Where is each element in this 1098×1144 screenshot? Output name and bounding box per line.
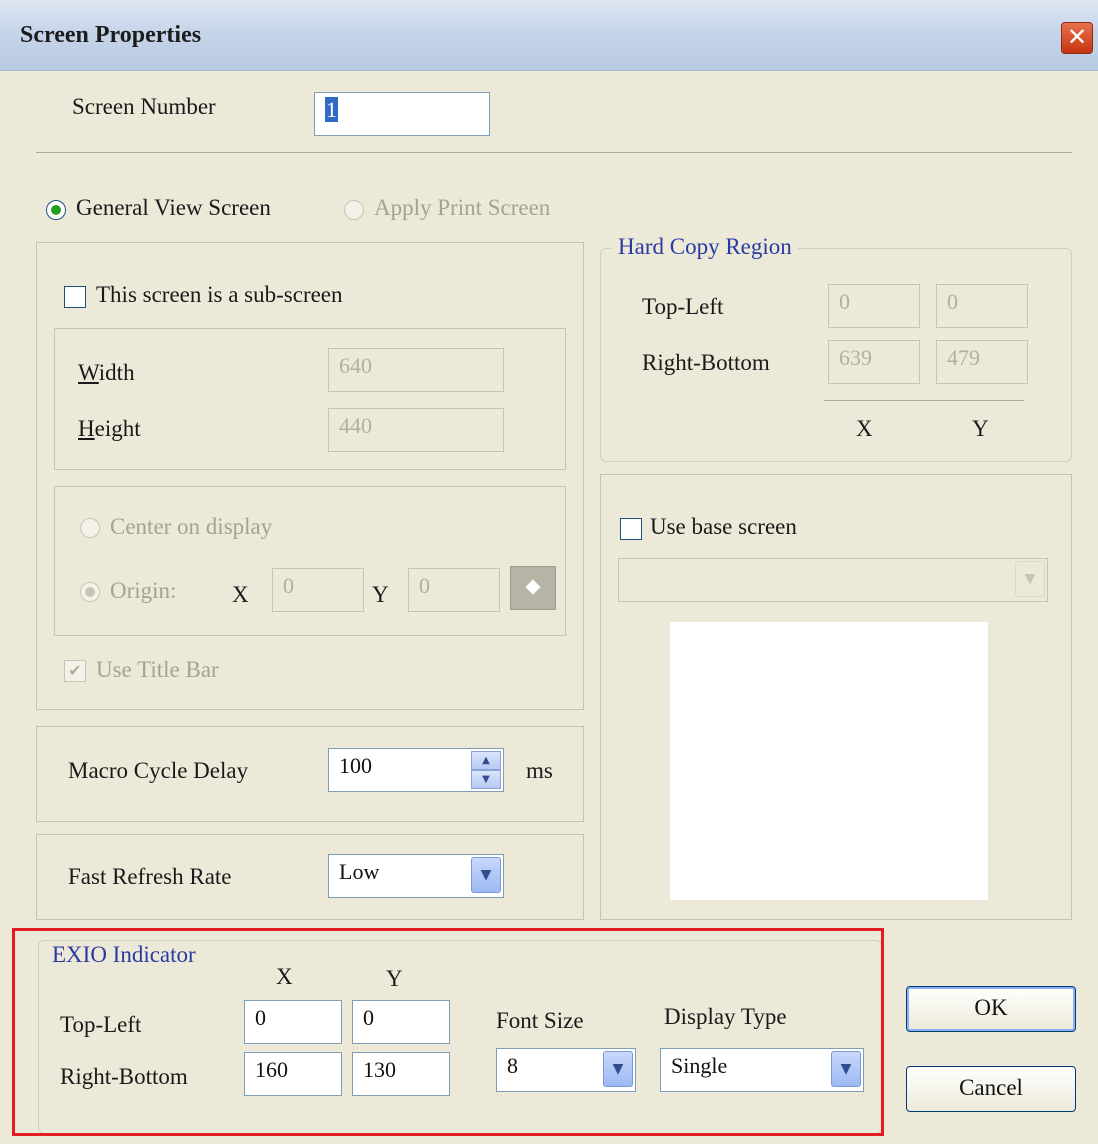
hard-copy-top-left-y[interactable]: 0 [936,284,1028,328]
check-icon: ✔ [68,661,82,680]
apply-print-radio[interactable] [344,200,364,220]
screen-properties-dialog: Screen Properties ✕ Screen Number 1 Gene… [0,0,1098,1144]
title-bar[interactable]: Screen Properties ✕ [0,0,1098,71]
screen-number-input[interactable]: 1 [314,92,490,136]
hard-copy-right-bottom-label: Right-Bottom [642,350,770,375]
close-icon: ✕ [1066,23,1088,51]
spin-down-icon[interactable]: ▼ [471,770,501,789]
origin-x-input[interactable]: 0 [272,568,364,612]
origin-x-label: X [232,582,249,607]
macro-delay-unit: ms [526,758,553,783]
spin-up-icon[interactable]: ▲ [471,751,501,770]
macro-delay-label: Macro Cycle Delay [68,758,249,783]
hard-copy-legend: Hard Copy Region [612,234,798,260]
dialog-body: Screen Number 1 General View Screen Appl… [0,70,1098,1144]
hard-copy-top-left-label: Top-Left [642,294,724,319]
macro-delay-spinner[interactable]: ▲ ▼ [471,751,501,789]
screen-number-value: 1 [325,97,338,122]
pick-position-button[interactable]: ⬥ [510,566,556,610]
dialog-title: Screen Properties [20,22,202,48]
subscreen-panel [36,242,584,710]
width-input[interactable]: 640 [328,348,504,392]
general-view-label: General View Screen [76,195,271,220]
use-base-screen-label: Use base screen [650,514,797,539]
use-title-bar-checkbox[interactable]: ✔ [64,660,86,682]
chevron-down-icon[interactable]: ▼ [471,857,501,893]
refresh-rate-select[interactable]: Low ▼ [328,854,504,898]
macro-delay-value: 100 [339,753,372,778]
hard-copy-y-header: Y [972,416,989,441]
hard-copy-right-bottom-x[interactable]: 639 [828,340,920,384]
origin-y-input[interactable]: 0 [408,568,500,612]
apply-print-label: Apply Print Screen [374,195,551,220]
cancel-button[interactable]: Cancel [906,1066,1076,1112]
general-view-radio[interactable] [46,200,66,220]
origin-label: Origin: [110,578,177,603]
hard-copy-right-bottom-y[interactable]: 479 [936,340,1028,384]
origin-y-label: Y [372,582,389,607]
origin-radio[interactable] [80,582,100,602]
screen-number-label: Screen Number [72,94,216,119]
exio-highlight-box [12,928,884,1136]
position-panel [54,486,566,636]
refresh-rate-value: Low [339,859,380,884]
center-display-label: Center on display [110,514,273,539]
refresh-rate-label: Fast Refresh Rate [68,864,232,889]
width-label: Width [78,360,135,385]
height-label: Height [78,416,141,441]
hard-copy-divider [824,400,1024,401]
ok-button[interactable]: OK [906,986,1076,1032]
center-display-radio[interactable] [80,518,100,538]
height-input[interactable]: 440 [328,408,504,452]
hard-copy-top-left-x[interactable]: 0 [828,284,920,328]
separator [36,152,1072,153]
subscreen-checkbox[interactable] [64,286,86,308]
pick-icon: ⬥ [525,574,541,599]
use-base-screen-checkbox[interactable] [620,518,642,540]
hard-copy-x-header: X [856,416,873,441]
close-button[interactable]: ✕ [1061,22,1093,54]
macro-delay-input[interactable]: 100 ▲ ▼ [328,748,504,792]
chevron-down-icon[interactable]: ▼ [1015,561,1045,597]
subscreen-checkbox-label: This screen is a sub-screen [96,282,343,307]
base-screen-preview [670,622,988,900]
base-screen-select[interactable]: ▼ [618,558,1048,602]
use-title-bar-label: Use Title Bar [96,657,219,682]
